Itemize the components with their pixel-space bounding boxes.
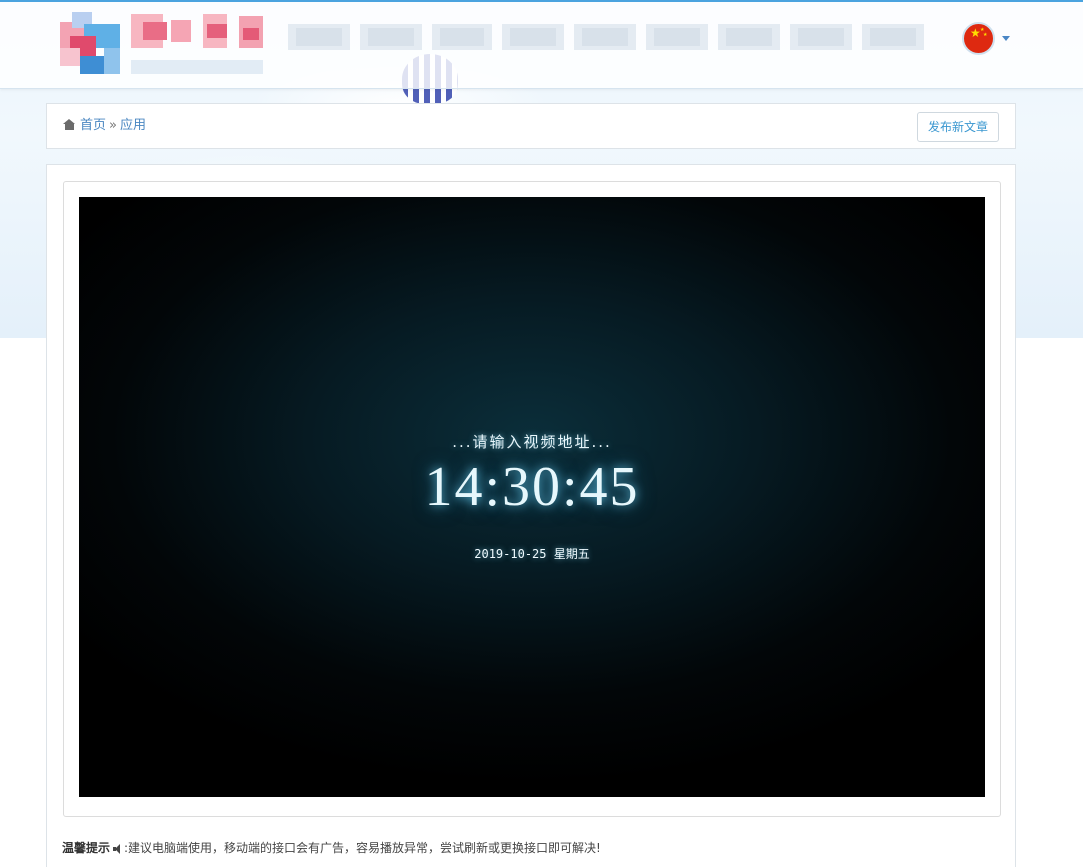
site-name[interactable] xyxy=(131,14,267,48)
tip-title: 温馨提示 xyxy=(62,841,111,855)
nav-item-1[interactable] xyxy=(288,24,350,50)
nav-item-5[interactable] xyxy=(574,24,636,50)
breadcrumb-home-link[interactable]: 首页 xyxy=(80,118,106,133)
nav-item-4[interactable] xyxy=(502,24,564,50)
chevron-down-icon xyxy=(1002,36,1010,41)
nav-item-6[interactable] xyxy=(646,24,708,50)
china-flag-icon: ★ ★ ★ xyxy=(962,22,995,55)
nav-item-3[interactable] xyxy=(432,24,492,50)
video-player[interactable]: ...请输入视频地址... 14:30:45 2019-10-25 星期五 xyxy=(79,197,985,797)
site-slogan xyxy=(131,60,263,74)
breadcrumb-current-link[interactable]: 应用 xyxy=(120,118,146,133)
site-header: ★ ★ ★ xyxy=(0,0,1083,89)
site-logo[interactable] xyxy=(60,12,120,74)
home-icon xyxy=(63,119,76,130)
nav-item-2[interactable] xyxy=(360,24,422,50)
player-frame: ...请输入视频地址... 14:30:45 2019-10-25 星期五 xyxy=(63,181,1001,817)
nav-item-7[interactable] xyxy=(718,24,780,50)
video-url-prompt: ...请输入视频地址... xyxy=(452,433,612,451)
breadcrumb-bar: 首页» 应用 发布新文章 xyxy=(46,103,1016,149)
clock-date: 2019-10-25 星期五 xyxy=(474,547,590,561)
clock-time: 14:30:45 xyxy=(424,456,640,518)
language-switcher[interactable]: ★ ★ ★ xyxy=(962,22,1012,56)
nav-item-8[interactable] xyxy=(790,24,852,50)
tip-notice: 温馨提示 :建议电脑端使用，移动端的接口会有广告，容易播放异常，尝试刷新或更换接口… xyxy=(62,839,601,856)
tip-text: :建议电脑端使用，移动端的接口会有广告，容易播放异常，尝试刷新或更换接口即可解决… xyxy=(124,841,601,855)
publish-article-button[interactable]: 发布新文章 xyxy=(917,112,999,142)
nav-item-9[interactable] xyxy=(862,24,924,50)
breadcrumb: 首页» 应用 xyxy=(63,118,146,134)
breadcrumb-separator: » xyxy=(109,118,117,133)
speaker-icon xyxy=(113,844,123,854)
main-panel: ...请输入视频地址... 14:30:45 2019-10-25 星期五 xyxy=(46,164,1016,867)
